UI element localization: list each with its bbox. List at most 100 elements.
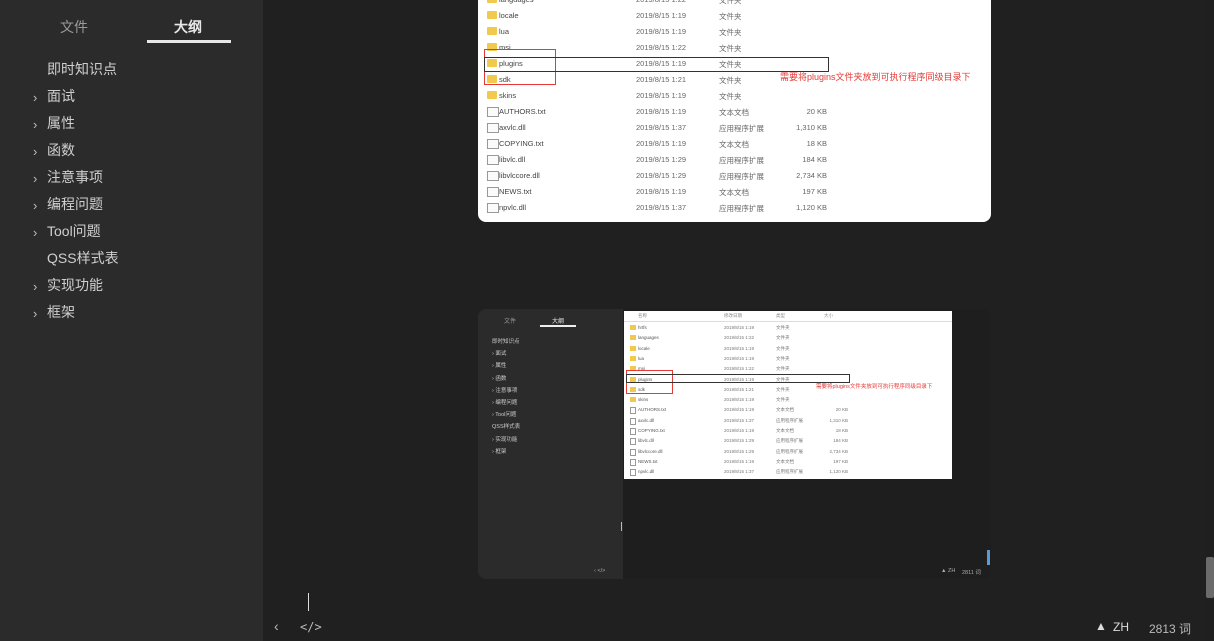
chevron-right-icon[interactable]: ›	[33, 275, 37, 298]
outline-item[interactable]: › 实现功能	[0, 274, 263, 301]
thumb-file-size: 184 KB	[833, 438, 848, 444]
thumb-file-name: axvlc.dll	[638, 417, 655, 423]
file-type: 文件夹	[719, 76, 742, 85]
thumb-outline-item: QSS样式表	[492, 424, 521, 431]
outline-item[interactable]: › 面试	[0, 85, 263, 112]
thumb-file-type: 应用程序扩展	[776, 438, 803, 444]
thumb-file-name: hrtfs	[638, 325, 647, 330]
outline-item[interactable]: › Tool问题	[0, 220, 263, 247]
file-date: 2019/8/15 1:19	[636, 27, 687, 36]
annotation-text: 需要将plugins文件夹放到可执行程序同级目录下	[780, 72, 971, 82]
file-date: 2019/8/15 1:22	[636, 43, 687, 52]
thumb-file-size: 18 KB	[835, 428, 848, 433]
file-name: languages	[499, 0, 534, 4]
scrollbar-track[interactable]	[1205, 0, 1214, 641]
tab-files[interactable]: 文件	[60, 17, 88, 37]
embedded-image-file-explorer[interactable]: npvlc.dll 2019/8/15 1:37 应用程序扩展 1,120 KB NEW…	[478, 0, 991, 222]
chevron-right-icon[interactable]: ›	[33, 302, 37, 325]
file-row: libvlc.dll 2019/8/15 1:29 应用程序扩展 184 KB	[478, 152, 991, 168]
outline-item[interactable]: QSS样式表	[0, 247, 263, 274]
thumb-file-date: 2019/8/15 1:21	[724, 386, 755, 392]
thumb-scrollbar	[987, 550, 990, 565]
folder-icon	[630, 325, 636, 330]
thumb-header: 名称 修改日期 类型 大小	[624, 311, 952, 322]
file-date: 2019/8/15 1:22	[636, 0, 686, 4]
file-type: 文件夹	[719, 44, 742, 53]
thumb-file-type: 文本文档	[776, 428, 794, 433]
thumb-file-row: axvlc.dll 2019/8/15 1:37 应用程序扩展 1,310 KB	[624, 416, 952, 426]
thumb-file-type: 应用程序扩展	[776, 448, 803, 454]
thumb-tab-files: 文件	[504, 319, 517, 325]
thumb-file-size: 20 KB	[835, 407, 848, 413]
word-count[interactable]: 2813 词	[1149, 620, 1191, 637]
file-type: 文本文档	[719, 140, 749, 149]
outline-item[interactable]: › 函数	[0, 139, 263, 166]
thumb-file-row: npvlc.dll 2019/8/15 1:37 应用程序扩展 1,120 KB	[624, 467, 952, 477]
editor-area[interactable]: npvlc.dll 2019/8/15 1:37 应用程序扩展 1,120 KB NEW…	[263, 0, 1205, 641]
file-icon	[630, 438, 636, 446]
file-name: COPYING.txt	[499, 139, 544, 148]
sidebar: 文件 大纲 即时知识点 › 面试 › 属性 › 函数 › 注意事项 › 编程问题 › Tool问题 QSS…	[0, 0, 263, 641]
thumb-header-size: 大小	[824, 313, 833, 318]
thumb-outline-item: › 属性	[492, 363, 507, 370]
chevron-right-icon[interactable]: ›	[33, 86, 37, 109]
chevron-right-icon[interactable]: ›	[33, 194, 37, 217]
file-type: 应用程序扩展	[719, 156, 764, 165]
thumb-file-type: 应用程序扩展	[776, 417, 803, 423]
file-date: 2019/8/15 1:21	[636, 75, 687, 84]
thumb-file-date: 2019/8/15 1:19	[724, 325, 755, 330]
thumb-file-type: 文本文档	[776, 458, 794, 464]
tab-outline[interactable]: 大纲	[174, 17, 202, 37]
scrollbar-thumb[interactable]	[1206, 557, 1214, 598]
thumb-file-name: libvlccore.dll	[638, 448, 663, 454]
thumb-file-size: 1,310 KB	[829, 417, 848, 423]
thumb-file-type: 文件夹	[776, 355, 790, 361]
thumb-outline-item: › 实现功能	[492, 436, 518, 443]
outline-item[interactable]: › 注意事项	[0, 166, 263, 193]
thumb-outline-item: › 注意事项	[492, 387, 518, 394]
thumb-file-date: 2019/8/15 1:29	[724, 438, 755, 444]
outline-item-label: 注意事项	[47, 169, 103, 185]
outline-item-label: 面试	[47, 88, 75, 104]
warning-icon[interactable]: ▲	[1095, 619, 1107, 633]
file-row: COPYING.txt 2019/8/15 1:19 文本文档 18 KB	[478, 136, 991, 152]
thumb-header-date: 修改日期	[724, 313, 742, 318]
thumb-footer-lang: ▲ ZH	[941, 568, 956, 574]
outline-item[interactable]: › 框架	[0, 301, 263, 328]
thumb-file-date: 2019/8/15 1:29	[724, 448, 755, 454]
thumb-file-type: 文件夹	[776, 345, 790, 351]
language-indicator[interactable]: ZH	[1113, 620, 1129, 634]
chevron-right-icon[interactable]: ›	[33, 140, 37, 163]
thumb-outline-item: 即时知识点	[492, 339, 520, 345]
outline-item-label: Tool问题	[47, 223, 101, 239]
file-date: 2019/8/15 1:19	[636, 91, 687, 100]
thumb-file-name: NEWS.txt	[638, 458, 658, 464]
thumb-file-row: libvlccore.dll 2019/8/15 1:29 应用程序扩展 2,734 …	[624, 447, 952, 457]
file-type: 文件夹	[719, 12, 742, 21]
thumb-file-type: 文件夹	[776, 366, 790, 372]
thumb-file-date: 2019/8/15 1:19	[724, 428, 755, 433]
outline-item[interactable]: 即时知识点	[0, 58, 263, 85]
file-size: 2,734 KB	[796, 171, 827, 180]
source-code-toggle-icon[interactable]: </>	[300, 620, 322, 634]
thumb-outline-item: › 面试	[492, 351, 507, 358]
back-icon[interactable]: ‹	[274, 618, 279, 634]
file-icon	[487, 155, 499, 165]
file-icon	[487, 107, 499, 117]
file-icon	[487, 203, 499, 213]
chevron-right-icon[interactable]: ›	[33, 167, 37, 190]
active-tab-indicator	[147, 40, 231, 43]
outline-item[interactable]: › 属性	[0, 112, 263, 139]
file-name: axvlc.dll	[499, 123, 526, 132]
file-row: skins 2019/8/15 1:19 文件夹	[478, 88, 991, 104]
file-size: 184 KB	[802, 155, 827, 164]
chevron-right-icon[interactable]: ›	[33, 113, 37, 136]
thumb-file-row: locale 2019/8/15 1:19 文件夹	[624, 344, 952, 354]
chevron-right-icon[interactable]: ›	[33, 221, 37, 244]
embedded-image-app-screenshot[interactable]: 文件 大纲 即时知识点 › 面试 › 属性 › 函数 › 注意事项 › 编程问题 › Too…	[478, 309, 991, 579]
outline-item[interactable]: › 编程问题	[0, 193, 263, 220]
file-icon	[630, 417, 636, 425]
thumb-file-date: 2019/8/15 1:22	[724, 335, 755, 341]
thumb-file-date: 2019/8/15 1:19	[724, 345, 755, 351]
thumb-footer-words: 2811 词	[962, 570, 981, 576]
